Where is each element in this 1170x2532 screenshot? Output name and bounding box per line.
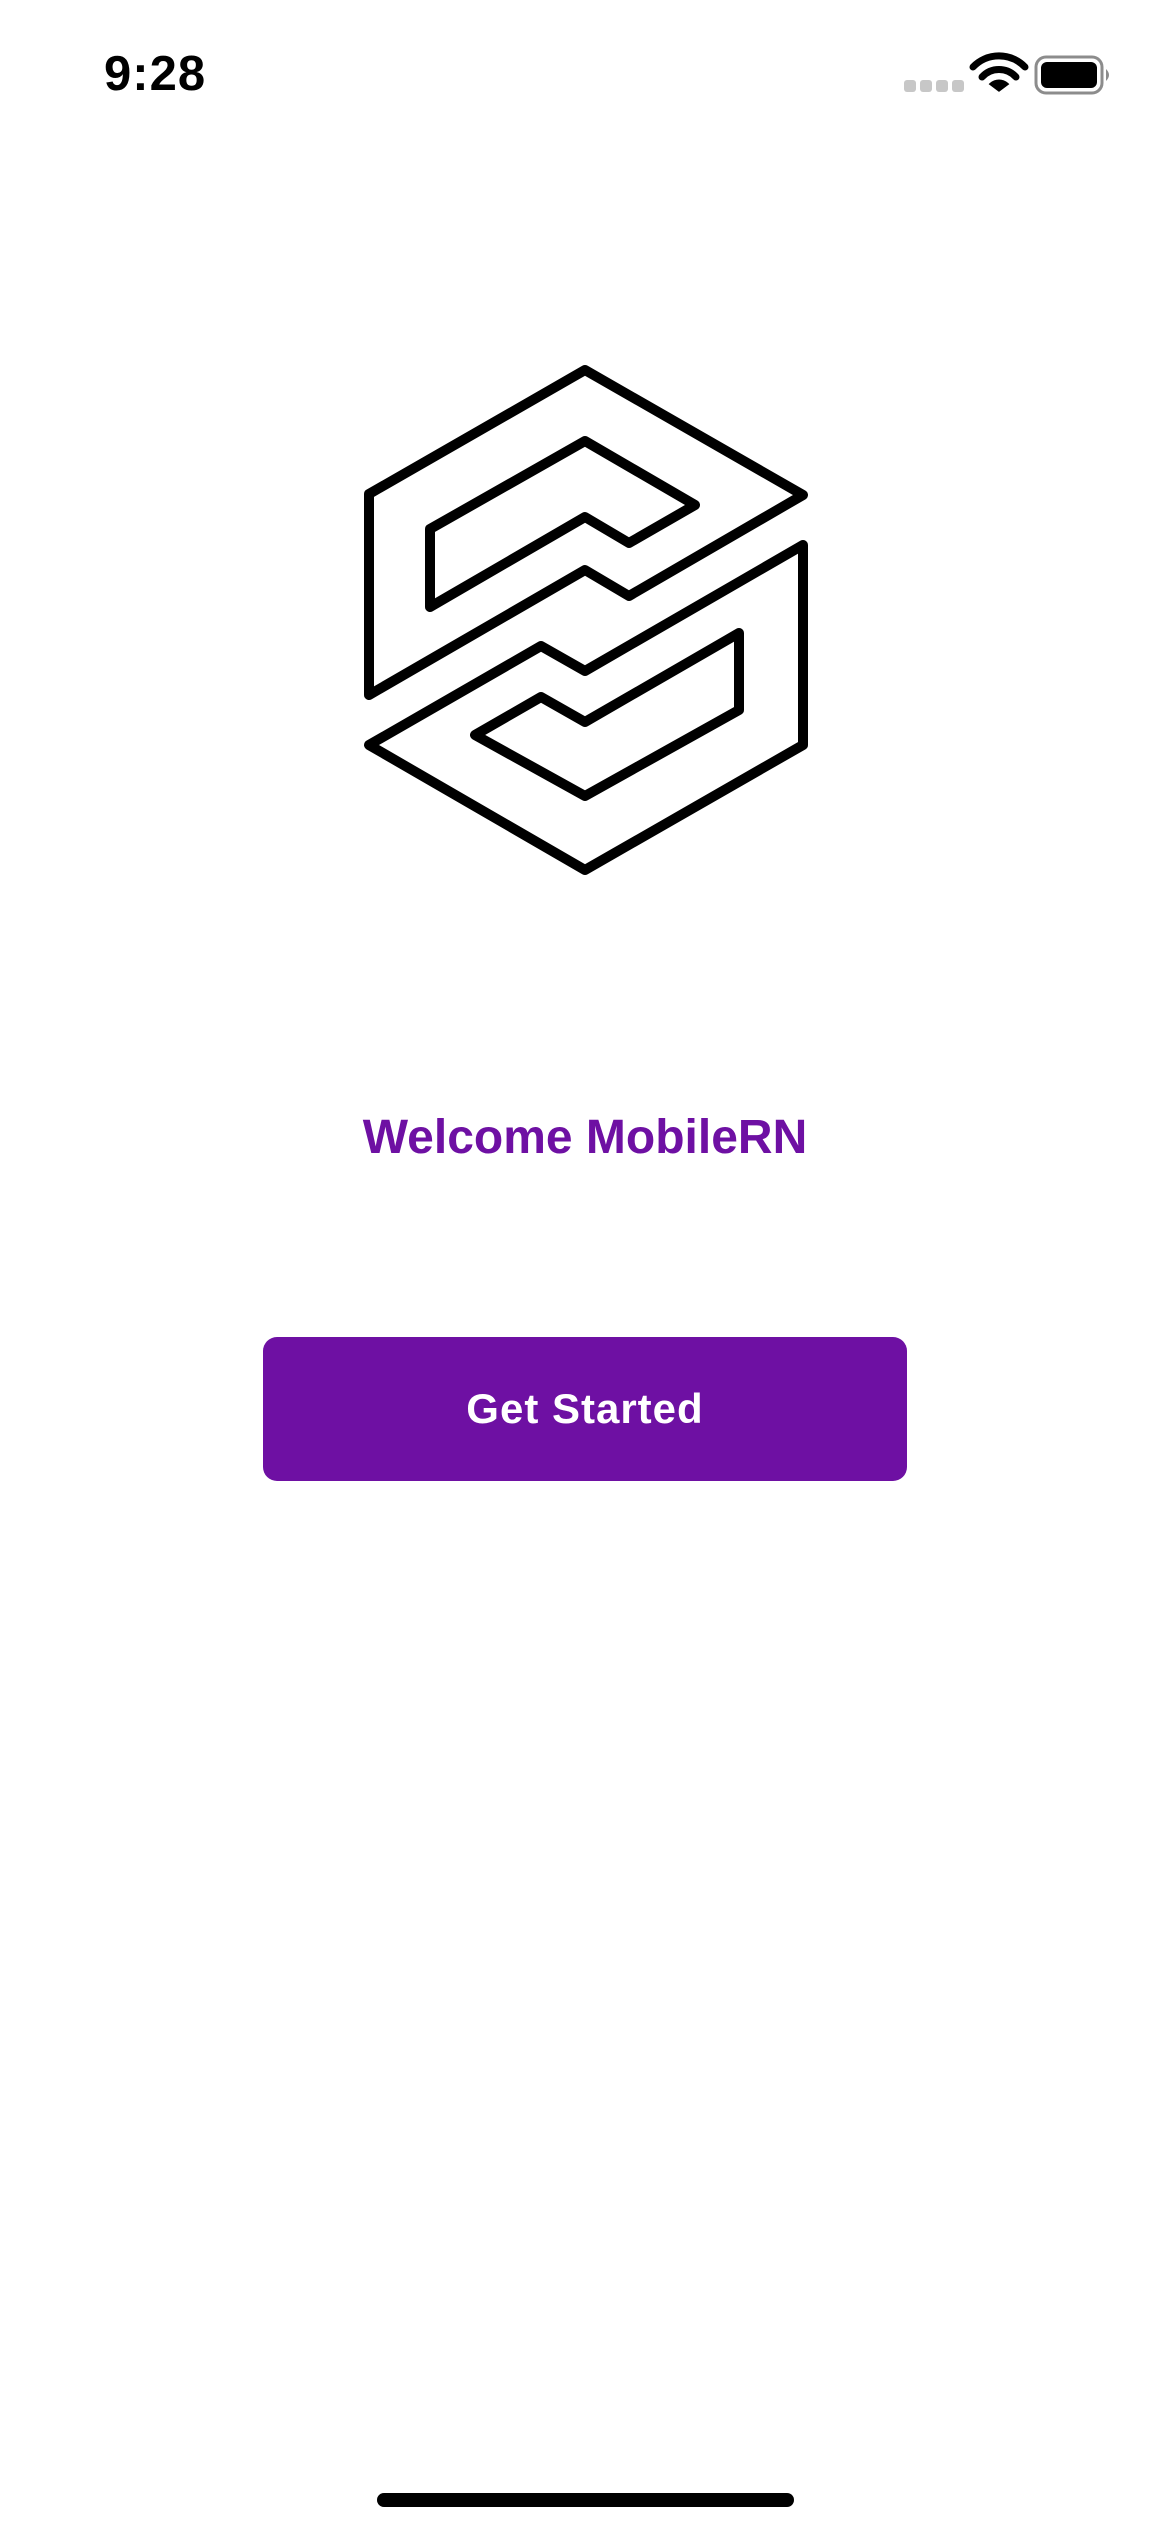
home-indicator[interactable]	[377, 2493, 794, 2507]
welcome-title: Welcome MobileRN	[362, 1111, 808, 1164]
signal-icon	[904, 80, 964, 92]
hexagon-s-logo-icon	[364, 365, 808, 875]
status-time: 9:28	[104, 47, 207, 101]
battery-icon	[1034, 55, 1109, 95]
status-bar: 9:28	[0, 0, 1170, 150]
get-started-button[interactable]: Get Started	[263, 1337, 907, 1481]
app-logo	[350, 350, 820, 890]
status-icons	[900, 48, 1130, 102]
wifi-icon	[969, 52, 1029, 92]
